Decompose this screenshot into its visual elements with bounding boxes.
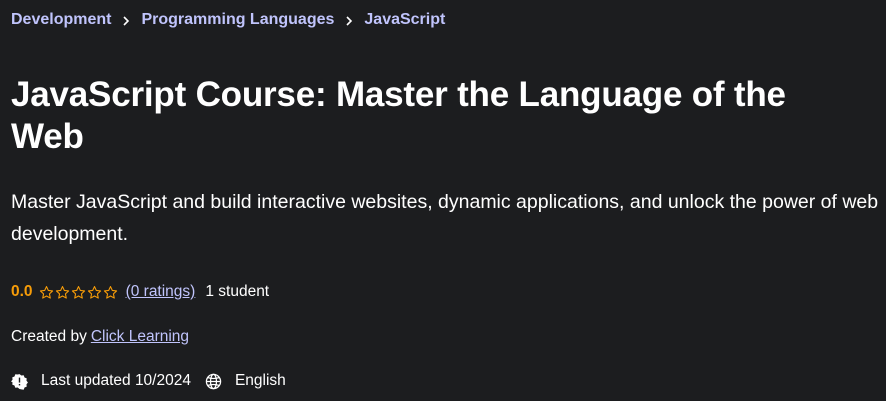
star-outline-icon [55,285,70,300]
breadcrumb-programming-languages[interactable]: Programming Languages [141,11,334,29]
star-rating [39,285,119,300]
course-header: Development Programming Languages JavaSc… [0,0,886,401]
course-subtitle: Master JavaScript and build interactive … [11,191,879,245]
rating-row: 0.0 (0 ratings) 1 student [11,281,269,303]
star-outline-icon [39,285,54,300]
course-meta-row: Last updated 10/2024 English [11,370,286,392]
ratings-count-link[interactable]: (0 ratings) [126,283,196,301]
rating-value: 0.0 [11,283,33,300]
student-count: 1 student [205,283,270,300]
course-title: JavaScript Course: Master the Language o… [11,75,786,156]
chevron-right-icon [334,12,364,28]
chevron-right-icon [111,12,141,28]
breadcrumb: Development Programming Languages JavaSc… [11,9,445,31]
last-updated: Last updated 10/2024 [41,372,191,389]
instructor-link[interactable]: Click Learning [91,328,189,346]
created-by-label: Created by [11,328,87,345]
alert-badge-icon [11,373,28,390]
star-outline-icon [103,285,118,300]
breadcrumb-development[interactable]: Development [11,11,111,29]
globe-icon [205,373,222,390]
course-language: English [234,372,286,389]
star-outline-icon [71,285,86,300]
breadcrumb-javascript[interactable]: JavaScript [364,11,445,29]
star-outline-icon [87,285,102,300]
created-by-row: Created by Click Learning [11,326,189,348]
